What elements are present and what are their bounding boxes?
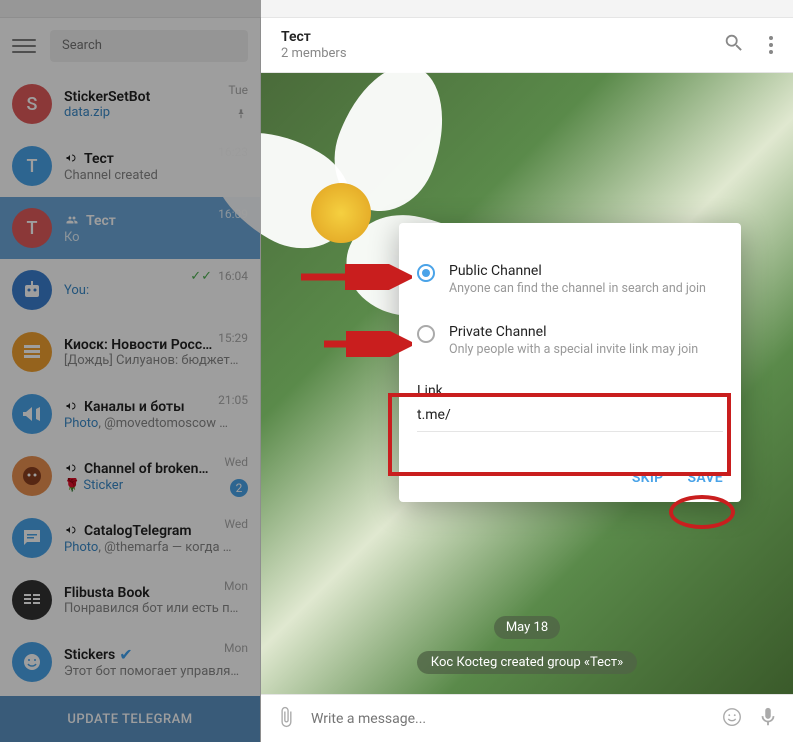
annotation-oval-save	[669, 495, 735, 529]
private-channel-label: Private Channel	[449, 324, 698, 340]
public-channel-label: Public Channel	[449, 263, 706, 279]
chat-title: Тест	[281, 29, 347, 45]
annotation-box-link	[388, 393, 731, 476]
emoji-icon[interactable]	[721, 706, 743, 732]
chat-subtitle: 2 members	[281, 46, 347, 61]
date-separator: May 18	[494, 616, 560, 639]
radio-unselected-icon[interactable]	[417, 325, 435, 343]
public-channel-desc: Anyone can find the channel in search an…	[449, 281, 706, 296]
private-channel-desc: Only people with a special invite link m…	[449, 342, 698, 357]
public-channel-option[interactable]: Public Channel Anyone can find the chann…	[417, 263, 723, 296]
attach-icon[interactable]	[275, 706, 297, 732]
more-menu-icon[interactable]	[769, 36, 773, 54]
search-icon[interactable]	[723, 32, 745, 58]
message-input[interactable]	[311, 711, 707, 727]
radio-selected-icon[interactable]	[417, 264, 435, 282]
private-channel-option[interactable]: Private Channel Only people with a speci…	[417, 324, 723, 357]
system-message: Кос Косteg created group «Тест»	[417, 651, 637, 674]
annotation-arrow-1	[297, 264, 412, 290]
message-composer	[261, 694, 793, 742]
voice-icon[interactable]	[757, 706, 779, 732]
chat-header[interactable]: Тест 2 members	[261, 18, 793, 73]
annotation-arrow-2	[320, 331, 412, 357]
